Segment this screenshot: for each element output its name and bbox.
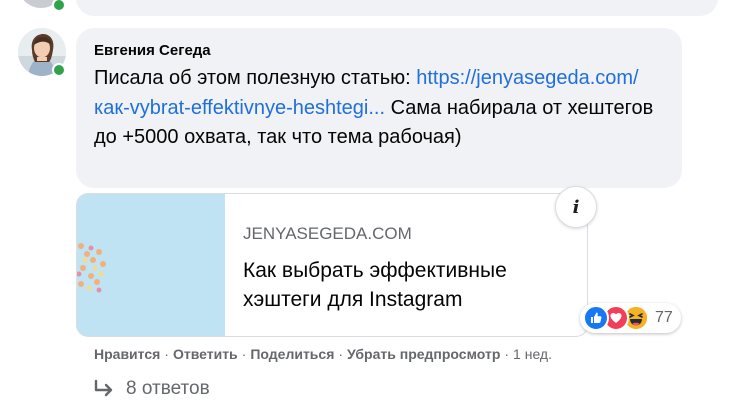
- like-action[interactable]: Нравится: [94, 346, 160, 362]
- action-separator: ·: [338, 346, 344, 362]
- link-preview-domain: JENYASEGEDA.COM: [243, 224, 412, 243]
- previous-comment-bubble: [76, 0, 718, 16]
- reply-action[interactable]: Ответить: [173, 346, 238, 362]
- link-preview-thumbnail[interactable]: [77, 194, 225, 336]
- online-status-dot: [52, 0, 66, 12]
- thumbnail-image: [77, 194, 225, 336]
- share-action[interactable]: Поделиться: [250, 346, 334, 362]
- comment-author[interactable]: Евгения Сегеда: [94, 42, 211, 59]
- online-status-dot: [52, 63, 66, 77]
- link-preview-title: Как выбрать эффективные хэштеги для Inst…: [243, 259, 507, 311]
- like-icon: [583, 305, 609, 331]
- preview-info-button[interactable]: i: [555, 186, 597, 228]
- info-icon: i: [572, 196, 580, 218]
- comment-bubble: Евгения Сегеда Писала об этом полезную с…: [76, 28, 682, 188]
- action-separator: ·: [504, 346, 510, 362]
- comment-text-before: Писала об этом полезную статью:: [94, 67, 417, 89]
- comment-thread: Евгения Сегеда Писала об этом полезную с…: [0, 0, 746, 404]
- reply-arrow-icon: [94, 379, 113, 397]
- action-separator: ·: [241, 346, 247, 362]
- reactions-summary[interactable]: 77: [580, 303, 681, 333]
- replies-count-label: 8 ответов: [126, 378, 210, 399]
- link-preview-card[interactable]: JENYASEGEDA.COM Как выбрать эффективные …: [76, 193, 588, 337]
- action-separator: ·: [164, 346, 169, 362]
- view-replies-button[interactable]: 8 ответов: [94, 378, 210, 400]
- remove-preview-action[interactable]: Убрать предпросмотр: [347, 346, 500, 362]
- comment-timestamp[interactable]: 1 нед.: [513, 346, 552, 362]
- comment-text: Писала об этом полезную статью: https://…: [94, 64, 664, 153]
- reactions-count: 77: [655, 309, 673, 326]
- comment-actions: Нравится · Ответить · Поделиться · Убрат…: [94, 346, 552, 362]
